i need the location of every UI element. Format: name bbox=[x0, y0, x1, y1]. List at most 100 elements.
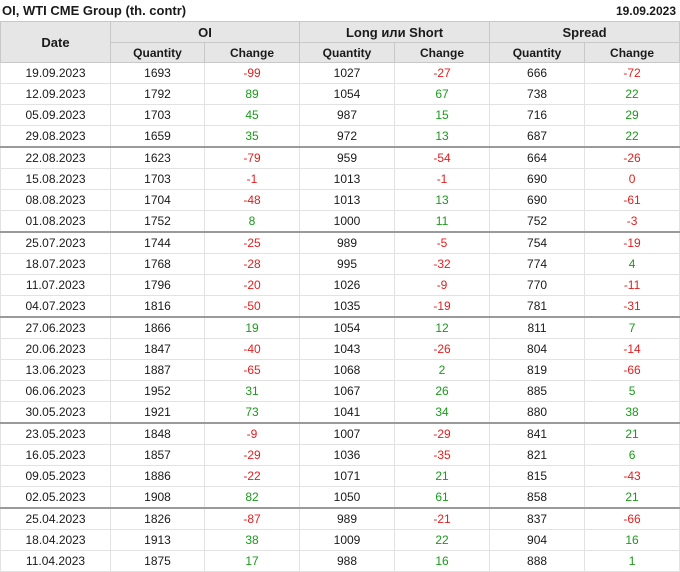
cell-oi-quantity: 1952 bbox=[110, 380, 205, 402]
cell-oi-change: 19 bbox=[203, 316, 301, 339]
cell-oi-change: 89 bbox=[203, 83, 301, 105]
group-header-long-short: Long или Short bbox=[299, 21, 491, 43]
cell-date: 02.05.2023 bbox=[0, 486, 111, 509]
cell-ls-quantity: 1013 bbox=[299, 168, 396, 190]
cell-spread-change: 22 bbox=[584, 125, 680, 148]
cell-spread-change: -72 bbox=[584, 62, 680, 84]
cell-date: 12.09.2023 bbox=[0, 83, 111, 105]
cell-ls-quantity: 989 bbox=[299, 231, 396, 254]
cell-date: 20.06.2023 bbox=[0, 338, 111, 360]
cell-date: 04.07.2023 bbox=[0, 295, 111, 318]
cell-oi-quantity: 1752 bbox=[110, 210, 205, 233]
cell-oi-quantity: 1796 bbox=[110, 274, 205, 296]
cell-spread-quantity: 666 bbox=[489, 62, 586, 84]
cell-oi-change: -29 bbox=[203, 444, 301, 466]
cell-spread-change: -14 bbox=[584, 338, 680, 360]
cell-ls-quantity: 995 bbox=[299, 253, 396, 275]
cell-date: 25.07.2023 bbox=[0, 231, 111, 254]
cell-ls-change: -1 bbox=[394, 168, 491, 190]
cell-spread-quantity: 815 bbox=[489, 465, 586, 487]
cell-ls-quantity: 1013 bbox=[299, 189, 396, 211]
cell-ls-change: 61 bbox=[394, 486, 491, 509]
cell-spread-quantity: 664 bbox=[489, 146, 586, 169]
cell-oi-quantity: 1848 bbox=[110, 422, 205, 445]
cell-spread-quantity: 781 bbox=[489, 295, 586, 318]
cell-oi-quantity: 1875 bbox=[110, 550, 205, 572]
cell-oi-change: 45 bbox=[203, 104, 301, 126]
cell-ls-change: -27 bbox=[394, 62, 491, 84]
cell-oi-quantity: 1921 bbox=[110, 401, 205, 424]
cell-spread-change: -11 bbox=[584, 274, 680, 296]
cell-date: 22.08.2023 bbox=[0, 146, 111, 169]
cell-ls-quantity: 1027 bbox=[299, 62, 396, 84]
table-row: 16.05.2023 1857 -29 1036 -35 821 6 bbox=[0, 444, 680, 466]
cell-ls-quantity: 1054 bbox=[299, 83, 396, 105]
cell-ls-change: -35 bbox=[394, 444, 491, 466]
table-row: 02.05.2023 1908 82 1050 61 858 21 bbox=[0, 486, 680, 509]
cell-oi-change: -48 bbox=[203, 189, 301, 211]
cell-oi-change: 38 bbox=[203, 529, 301, 551]
cell-oi-change: -28 bbox=[203, 253, 301, 275]
cell-oi-quantity: 1866 bbox=[110, 316, 205, 339]
cell-oi-quantity: 1744 bbox=[110, 231, 205, 254]
cell-ls-quantity: 1036 bbox=[299, 444, 396, 466]
cell-oi-quantity: 1847 bbox=[110, 338, 205, 360]
cell-spread-change: 7 bbox=[584, 316, 680, 339]
cell-ls-change: -19 bbox=[394, 295, 491, 318]
cell-spread-change: 21 bbox=[584, 422, 680, 445]
cell-oi-change: 17 bbox=[203, 550, 301, 572]
cell-date: 15.08.2023 bbox=[0, 168, 111, 190]
cell-ls-change: -21 bbox=[394, 507, 491, 530]
cell-spread-change: 21 bbox=[584, 486, 680, 509]
cell-spread-quantity: 774 bbox=[489, 253, 586, 275]
cell-oi-quantity: 1792 bbox=[110, 83, 205, 105]
table-row: 19.09.2023 1693 -99 1027 -27 666 -72 bbox=[0, 62, 680, 84]
cell-ls-change: 15 bbox=[394, 104, 491, 126]
table-row: 18.04.2023 1913 38 1009 22 904 16 bbox=[0, 529, 680, 551]
cell-ls-quantity: 1071 bbox=[299, 465, 396, 487]
table-row: 23.05.2023 1848 -9 1007 -29 841 21 bbox=[0, 422, 680, 445]
cell-oi-quantity: 1703 bbox=[110, 104, 205, 126]
cell-oi-change: 31 bbox=[203, 380, 301, 402]
cell-oi-change: -99 bbox=[203, 62, 301, 84]
cell-oi-change: 35 bbox=[203, 125, 301, 148]
cell-oi-quantity: 1857 bbox=[110, 444, 205, 466]
cell-spread-change: 5 bbox=[584, 380, 680, 402]
cell-date: 18.04.2023 bbox=[0, 529, 111, 551]
table-row: 11.04.2023 1875 17 988 16 888 1 bbox=[0, 550, 680, 572]
cell-ls-change: 13 bbox=[394, 125, 491, 148]
cell-spread-change: -31 bbox=[584, 295, 680, 318]
cell-oi-quantity: 1913 bbox=[110, 529, 205, 551]
cell-ls-change: 21 bbox=[394, 465, 491, 487]
column-header-oi-change: Change bbox=[203, 42, 301, 63]
cell-spread-change: -66 bbox=[584, 359, 680, 381]
cell-oi-change: -25 bbox=[203, 231, 301, 254]
cell-spread-change: 16 bbox=[584, 529, 680, 551]
cell-date: 08.08.2023 bbox=[0, 189, 111, 211]
cell-spread-change: -61 bbox=[584, 189, 680, 211]
table-row: 29.08.2023 1659 35 972 13 687 22 bbox=[0, 125, 680, 148]
cell-date: 18.07.2023 bbox=[0, 253, 111, 275]
cell-ls-change: -32 bbox=[394, 253, 491, 275]
cell-spread-quantity: 754 bbox=[489, 231, 586, 254]
cell-date: 27.06.2023 bbox=[0, 316, 111, 339]
cell-oi-quantity: 1886 bbox=[110, 465, 205, 487]
table-row: 25.04.2023 1826 -87 989 -21 837 -66 bbox=[0, 507, 680, 530]
cell-oi-quantity: 1768 bbox=[110, 253, 205, 275]
cell-ls-quantity: 1041 bbox=[299, 401, 396, 424]
table-row: 12.09.2023 1792 89 1054 67 738 22 bbox=[0, 83, 680, 105]
cell-spread-change: -26 bbox=[584, 146, 680, 169]
cell-spread-change: 4 bbox=[584, 253, 680, 275]
cell-oi-change: -87 bbox=[203, 507, 301, 530]
cell-spread-quantity: 690 bbox=[489, 189, 586, 211]
cell-oi-change: -22 bbox=[203, 465, 301, 487]
cell-oi-change: -40 bbox=[203, 338, 301, 360]
cell-oi-change: -9 bbox=[203, 422, 301, 445]
cell-ls-quantity: 972 bbox=[299, 125, 396, 148]
cell-spread-quantity: 770 bbox=[489, 274, 586, 296]
table-body: 19.09.2023 1693 -99 1027 -27 666 -72 12.09.2023… bbox=[0, 62, 680, 572]
table-row: 04.07.2023 1816 -50 1035 -19 781 -31 bbox=[0, 295, 680, 318]
cell-ls-quantity: 1009 bbox=[299, 529, 396, 551]
cell-spread-quantity: 716 bbox=[489, 104, 586, 126]
cell-ls-change: 13 bbox=[394, 189, 491, 211]
